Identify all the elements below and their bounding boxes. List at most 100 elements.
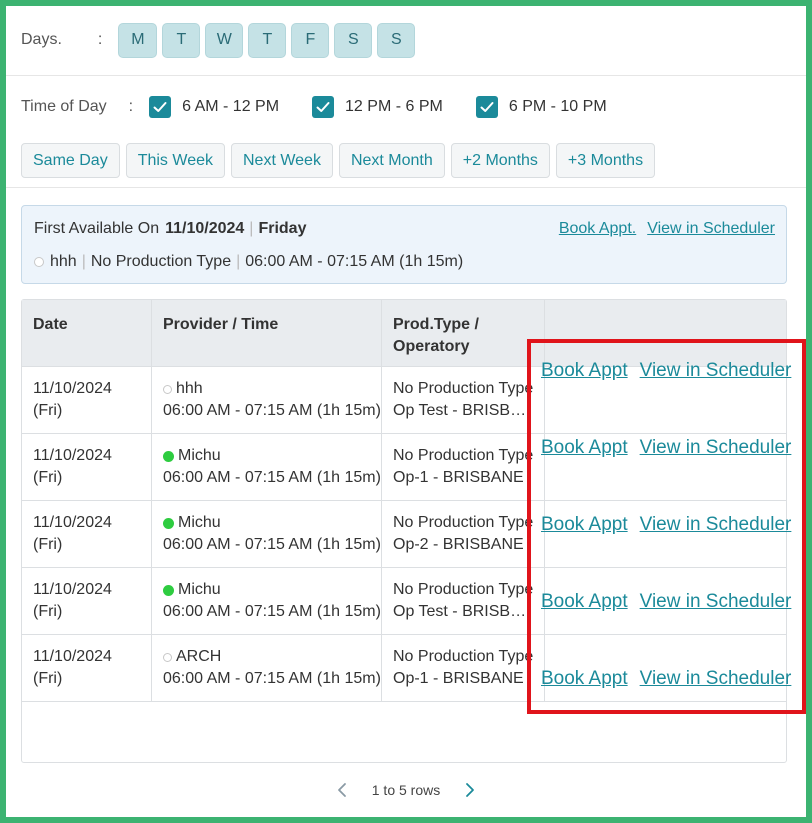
first-available-provider: hhh bbox=[50, 253, 77, 270]
view-in-scheduler-link[interactable]: View in Scheduler bbox=[640, 514, 792, 536]
checkbox-checked-icon[interactable] bbox=[475, 96, 498, 118]
row-operatory: Op Test - BRISBANE bbox=[393, 603, 534, 620]
row-time: 06:00 AM - 07:15 AM (1h 15m) bbox=[163, 536, 381, 553]
row-time: 06:00 AM - 07:15 AM (1h 15m) bbox=[163, 603, 381, 620]
first-available-day: Friday bbox=[258, 220, 307, 237]
first-available-details: hhh | No Production Type | 06:00 AM - 07… bbox=[34, 253, 463, 271]
row-provider: Michu bbox=[178, 447, 221, 464]
view-in-scheduler-link[interactable]: View in Scheduler bbox=[647, 220, 775, 238]
cell-prod-type: No Production Type Op Test - BRISBANE bbox=[382, 568, 545, 634]
time-slot-label: 12 PM - 6 PM bbox=[345, 98, 443, 115]
row-provider: Michu bbox=[178, 514, 221, 531]
this-week-button[interactable]: This Week bbox=[125, 143, 225, 178]
date-range-buttons: Same Day This Week Next Week Next Month … bbox=[21, 143, 661, 178]
time-of-day-label: Time of Day bbox=[21, 98, 107, 115]
row-operatory: Op-1 - BRISBANE bbox=[393, 469, 524, 486]
days-filter: Days. : M T W T F S S bbox=[21, 22, 420, 58]
pagination-text: 1 to 5 rows bbox=[371, 782, 441, 798]
cell-provider: Michu 06:00 AM - 07:15 AM (1h 15m) bbox=[152, 568, 382, 634]
cell-date: 11/10/2024 (Fri) bbox=[22, 367, 152, 433]
chevron-right-icon[interactable] bbox=[460, 780, 480, 800]
first-available-panel: First Available On 11/10/2024 | Friday B… bbox=[21, 205, 787, 284]
view-in-scheduler-link[interactable]: View in Scheduler bbox=[640, 668, 792, 690]
pagination: 1 to 5 rows bbox=[0, 780, 812, 800]
divider bbox=[6, 75, 806, 76]
row-actions: Book Appt View in Scheduler bbox=[541, 437, 791, 459]
day-chip-mon[interactable]: M bbox=[118, 22, 158, 58]
separator: | bbox=[236, 253, 241, 270]
time-slot-morning[interactable]: 6 AM - 12 PM bbox=[149, 96, 279, 118]
row-actions: Book Appt View in Scheduler bbox=[541, 591, 791, 613]
day-chip-wed[interactable]: W bbox=[205, 22, 244, 58]
row-dow: (Fri) bbox=[33, 469, 63, 486]
status-online-icon bbox=[163, 584, 174, 596]
first-available-date: 11/10/2024 bbox=[165, 220, 245, 237]
book-appt-link[interactable]: Book Appt bbox=[541, 591, 628, 613]
cell-provider: Michu 06:00 AM - 07:15 AM (1h 15m) bbox=[152, 434, 382, 500]
status-online-icon bbox=[163, 517, 174, 529]
row-provider: ARCH bbox=[176, 648, 222, 665]
chevron-left-icon[interactable] bbox=[332, 780, 352, 800]
book-appt-link[interactable]: Book Appt bbox=[541, 360, 628, 382]
status-online-icon bbox=[163, 450, 174, 462]
header-date[interactable]: Date bbox=[22, 300, 152, 367]
book-appt-link[interactable]: Book Appt bbox=[541, 668, 628, 690]
book-appt-link[interactable]: Book Appt. bbox=[559, 220, 636, 238]
cell-provider: Michu 06:00 AM - 07:15 AM (1h 15m) bbox=[152, 501, 382, 567]
header-prod-type[interactable]: Prod.Type / Operatory bbox=[382, 300, 545, 367]
cell-date: 11/10/2024 (Fri) bbox=[22, 501, 152, 567]
row-time: 06:00 AM - 07:15 AM (1h 15m) bbox=[163, 402, 381, 419]
row-time: 06:00 AM - 07:15 AM (1h 15m) bbox=[163, 469, 381, 486]
next-week-button[interactable]: Next Week bbox=[230, 143, 333, 178]
time-of-day-colon: : bbox=[128, 98, 134, 115]
row-prod-type: No Production Type bbox=[393, 447, 534, 464]
row-actions: Book Appt View in Scheduler bbox=[541, 668, 791, 690]
view-in-scheduler-link[interactable]: View in Scheduler bbox=[640, 437, 792, 459]
status-empty-icon bbox=[34, 257, 44, 267]
status-empty-icon bbox=[163, 652, 172, 662]
row-provider: hhh bbox=[176, 380, 203, 397]
header-prod-type-line1: Prod.Type / bbox=[393, 316, 479, 333]
day-chip-fri[interactable]: F bbox=[291, 22, 330, 58]
time-slot-afternoon[interactable]: 12 PM - 6 PM bbox=[312, 96, 443, 118]
time-slot-evening[interactable]: 6 PM - 10 PM bbox=[475, 96, 607, 118]
day-chip-sun[interactable]: S bbox=[377, 22, 416, 58]
row-time: 06:00 AM - 07:15 AM (1h 15m) bbox=[163, 670, 381, 687]
row-operatory: Op-2 - BRISBANE bbox=[393, 536, 524, 553]
actions-highlight-box: Book Appt View in Scheduler Book Appt Vi… bbox=[527, 339, 806, 714]
same-day-button[interactable]: Same Day bbox=[21, 143, 120, 178]
day-chip-tue[interactable]: T bbox=[162, 22, 201, 58]
view-in-scheduler-link[interactable]: View in Scheduler bbox=[640, 360, 792, 382]
cell-provider: ARCH 06:00 AM - 07:15 AM (1h 15m) bbox=[152, 635, 382, 701]
time-of-day-filter: Time of Day : 6 AM - 12 PM 12 PM - 6 PM … bbox=[21, 90, 640, 124]
checkbox-checked-icon[interactable] bbox=[149, 96, 172, 118]
book-appt-link[interactable]: Book Appt bbox=[541, 514, 628, 536]
checkbox-checked-icon[interactable] bbox=[312, 96, 335, 118]
row-date: 11/10/2024 bbox=[33, 380, 112, 397]
cell-prod-type: No Production Type Op-1 - BRISBANE bbox=[382, 434, 545, 500]
day-chip-sat[interactable]: S bbox=[334, 22, 373, 58]
row-prod-type: No Production Type bbox=[393, 648, 534, 665]
cell-prod-type: No Production Type Op-1 - BRISBANE bbox=[382, 635, 545, 701]
next-month-button[interactable]: Next Month bbox=[338, 143, 445, 178]
plus-3-months-button[interactable]: +3 Months bbox=[555, 143, 656, 178]
first-available-actions: Book Appt. View in Scheduler bbox=[548, 220, 775, 238]
row-actions: Book Appt View in Scheduler bbox=[541, 514, 791, 536]
row-provider: Michu bbox=[178, 581, 221, 598]
divider bbox=[6, 187, 806, 188]
view-in-scheduler-link[interactable]: View in Scheduler bbox=[640, 591, 792, 613]
row-dow: (Fri) bbox=[33, 536, 63, 553]
row-dow: (Fri) bbox=[33, 670, 63, 687]
first-available-heading: First Available On 11/10/2024 | Friday bbox=[34, 220, 306, 238]
separator: | bbox=[81, 253, 86, 270]
row-actions: Book Appt View in Scheduler bbox=[541, 360, 791, 382]
day-chip-thu[interactable]: T bbox=[248, 22, 287, 58]
row-date: 11/10/2024 bbox=[33, 581, 112, 598]
days-label: Days. bbox=[21, 31, 62, 48]
cell-prod-type: No Production Type Op Test - BRISBANE bbox=[382, 367, 545, 433]
cell-date: 11/10/2024 (Fri) bbox=[22, 434, 152, 500]
plus-2-months-button[interactable]: +2 Months bbox=[450, 143, 550, 178]
book-appt-link[interactable]: Book Appt bbox=[541, 437, 628, 459]
header-provider-time[interactable]: Provider / Time bbox=[152, 300, 382, 367]
row-operatory: Op-1 - BRISBANE bbox=[393, 670, 524, 687]
